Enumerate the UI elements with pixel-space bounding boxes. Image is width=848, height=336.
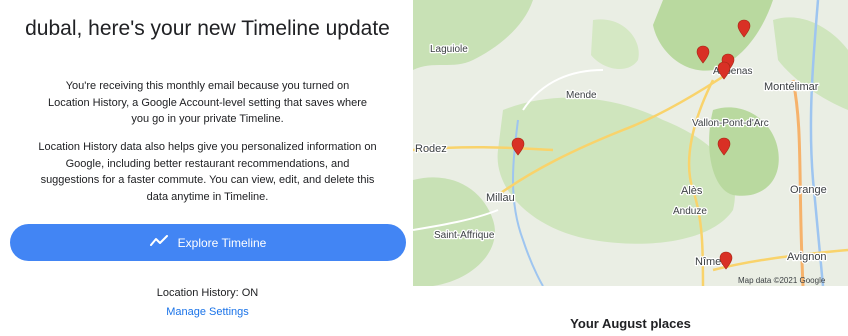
explore-timeline-label: Explore Timeline bbox=[177, 235, 267, 250]
email-body: dubal, here's your new Timeline update Y… bbox=[0, 0, 415, 336]
explore-timeline-button[interactable]: Explore Timeline bbox=[10, 224, 406, 261]
city-label: Vallon-Pont-d'Arc bbox=[692, 118, 769, 129]
info-paragraph: Location History data also helps give yo… bbox=[38, 141, 377, 203]
city-label: Saint-Affrique bbox=[434, 230, 495, 241]
city-label: Alès bbox=[681, 185, 703, 197]
location-history-status: Location History: ON bbox=[156, 287, 259, 299]
manage-settings-link[interactable]: Manage Settings bbox=[0, 306, 415, 318]
august-places-heading: Your August places bbox=[570, 316, 691, 331]
city-label: Laguiole bbox=[430, 44, 468, 55]
timeline-icon bbox=[149, 235, 168, 250]
timeline-map[interactable]: Laguiole Mende Aubenas Montélimar Vallon… bbox=[413, 0, 848, 286]
city-label: Anduze bbox=[673, 206, 707, 217]
city-label: Orange bbox=[790, 184, 827, 196]
city-label: Rodez bbox=[415, 143, 447, 155]
email-title: dubal, here's your new Timeline update bbox=[25, 17, 390, 40]
intro-paragraph: You're receiving this monthly email beca… bbox=[48, 80, 367, 125]
city-label: Mende bbox=[566, 90, 597, 101]
city-label: Montélimar bbox=[764, 81, 819, 93]
city-label: Millau bbox=[486, 192, 515, 204]
map-attribution: Map data ©2021 Google bbox=[738, 276, 826, 285]
city-label: Avignon bbox=[787, 251, 827, 263]
